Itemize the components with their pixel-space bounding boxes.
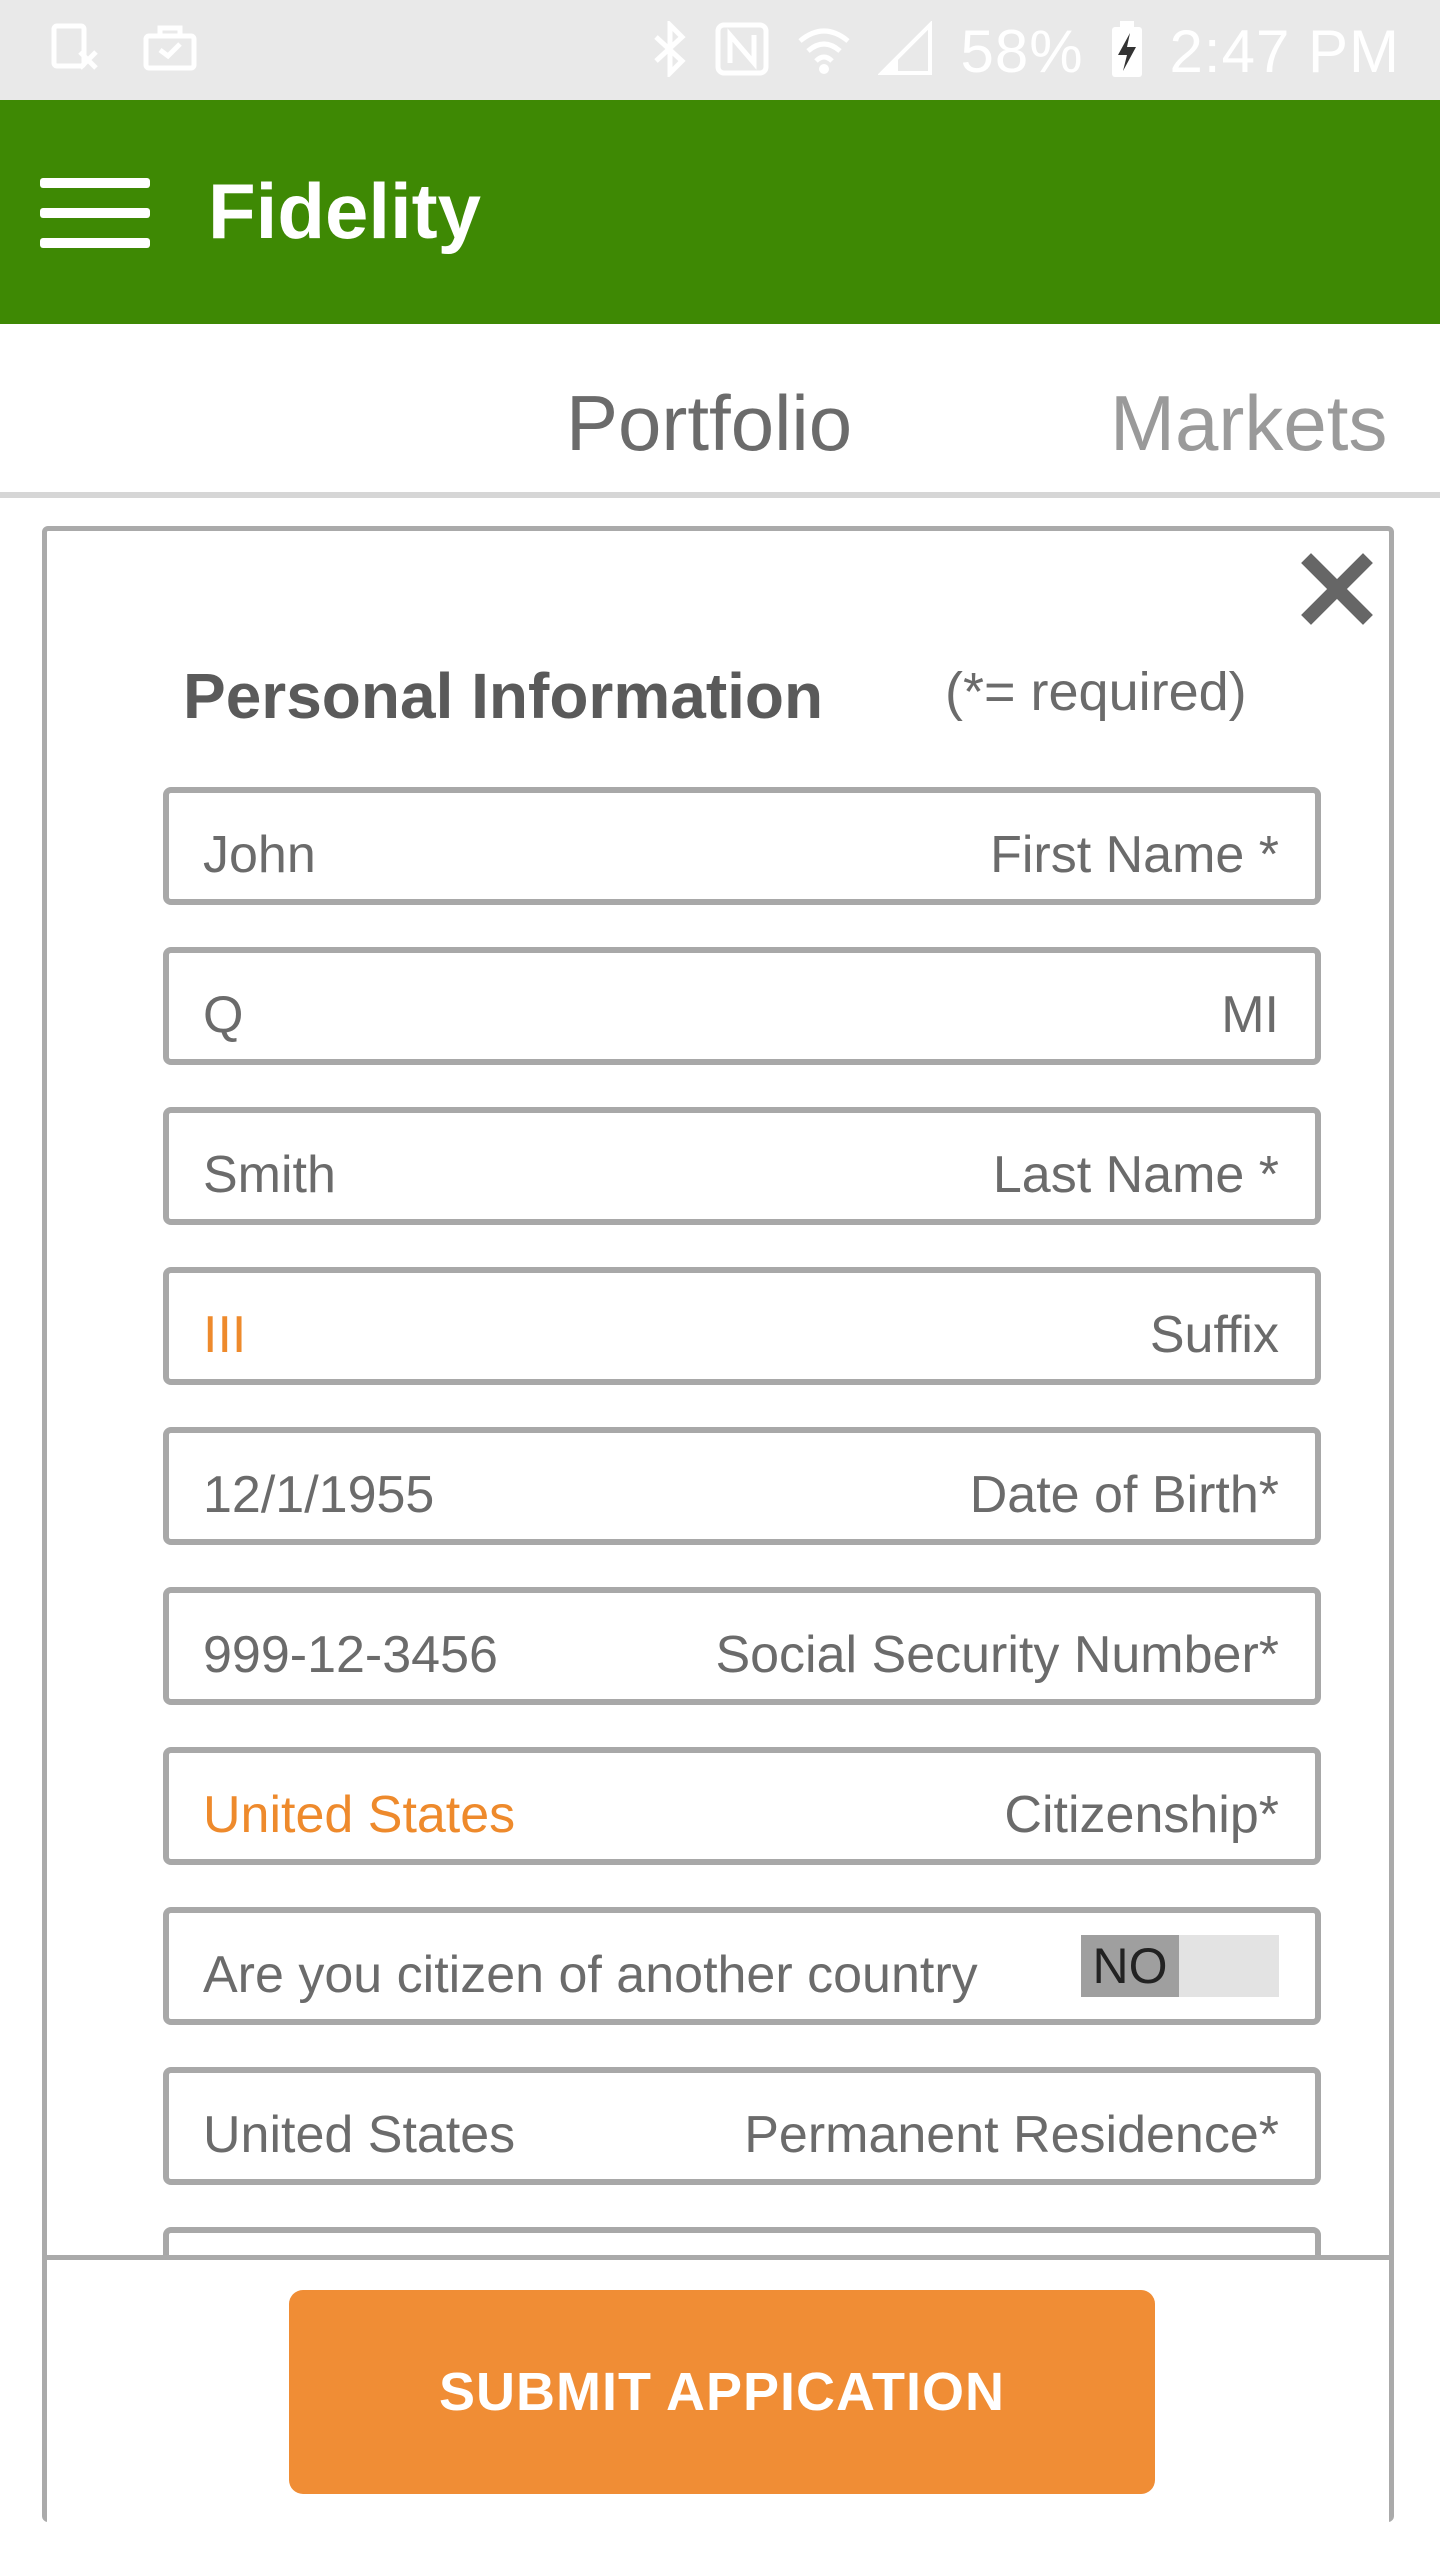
middle-initial-field[interactable]: Q MI	[163, 947, 1321, 1065]
permanent-residence-field[interactable]: United States Permanent Residence*	[163, 2067, 1321, 2185]
battery-percentage: 58%	[960, 17, 1084, 85]
suffix-label: Suffix	[1149, 1306, 1279, 1364]
date-of-birth-value: 12/1/1955	[203, 1466, 435, 1524]
toggle-no-label: NO	[1081, 1935, 1179, 1997]
permanent-residence-label: Permanent Residence*	[744, 2106, 1279, 2164]
ssn-label: Social Security Number*	[715, 1626, 1279, 1684]
nfc-icon	[714, 21, 770, 82]
dialog-title: Personal Information	[183, 660, 824, 732]
app-title: Fidelity	[208, 167, 482, 255]
dual-citizenship-field: Are you citizen of another country NO	[163, 1907, 1321, 2025]
app-bar: Fidelity	[0, 100, 1440, 324]
ssn-value: 999-12-3456	[203, 1626, 498, 1684]
first-name-value: John	[203, 826, 316, 884]
next-field-partial[interactable]	[163, 2227, 1321, 2255]
form-scroll-area[interactable]: Personal Information (*= required) John …	[47, 531, 1389, 2255]
middle-initial-label: MI	[1221, 986, 1279, 1044]
permanent-residence-value: United States	[203, 2106, 516, 2164]
battery-charging-icon	[1110, 19, 1144, 84]
tab-markets[interactable]: Markets	[1110, 378, 1387, 469]
suffix-field[interactable]: III Suffix	[163, 1267, 1321, 1385]
required-note: (*= required)	[945, 662, 1247, 722]
first-name-label: First Name *	[990, 826, 1279, 884]
tab-portfolio[interactable]: Portfolio	[566, 378, 852, 469]
close-icon[interactable]	[1301, 553, 1373, 625]
suffix-value: III	[203, 1306, 247, 1364]
citizenship-label: Citizenship*	[1004, 1786, 1279, 1844]
personal-information-dialog: Personal Information (*= required) John …	[42, 526, 1394, 2522]
middle-initial-value: Q	[203, 986, 244, 1044]
last-name-value: Smith	[203, 1146, 336, 1204]
last-name-field[interactable]: Smith Last Name *	[163, 1107, 1321, 1225]
first-name-field[interactable]: John First Name *	[163, 787, 1321, 905]
hamburger-menu-icon[interactable]	[36, 168, 156, 258]
date-of-birth-label: Date of Birth*	[969, 1466, 1279, 1524]
last-name-label: Last Name *	[992, 1146, 1279, 1204]
briefcase-icon	[142, 22, 198, 77]
dialog-footer: SUBMIT APPICATION	[47, 2255, 1389, 2522]
date-of-birth-field[interactable]: 12/1/1955 Date of Birth*	[163, 1427, 1321, 1545]
ssn-field[interactable]: 999-12-3456 Social Security Number*	[163, 1587, 1321, 1705]
citizenship-value: United States	[203, 1786, 516, 1844]
dual-citizenship-question: Are you citizen of another country	[203, 1946, 978, 2004]
status-bar: 58% 2:47 PM	[0, 0, 1440, 100]
tab-bar: Portfolio Markets	[0, 324, 1440, 498]
submit-application-button[interactable]: SUBMIT APPICATION	[289, 2290, 1155, 2494]
bluetooth-icon	[652, 18, 688, 82]
citizenship-field[interactable]: United States Citizenship*	[163, 1747, 1321, 1865]
sim-icon	[50, 22, 100, 77]
signal-icon	[877, 19, 934, 82]
dual-citizenship-toggle[interactable]: NO	[1081, 1935, 1279, 1997]
wifi-icon	[796, 21, 852, 82]
clock: 2:47 PM	[1169, 17, 1400, 85]
